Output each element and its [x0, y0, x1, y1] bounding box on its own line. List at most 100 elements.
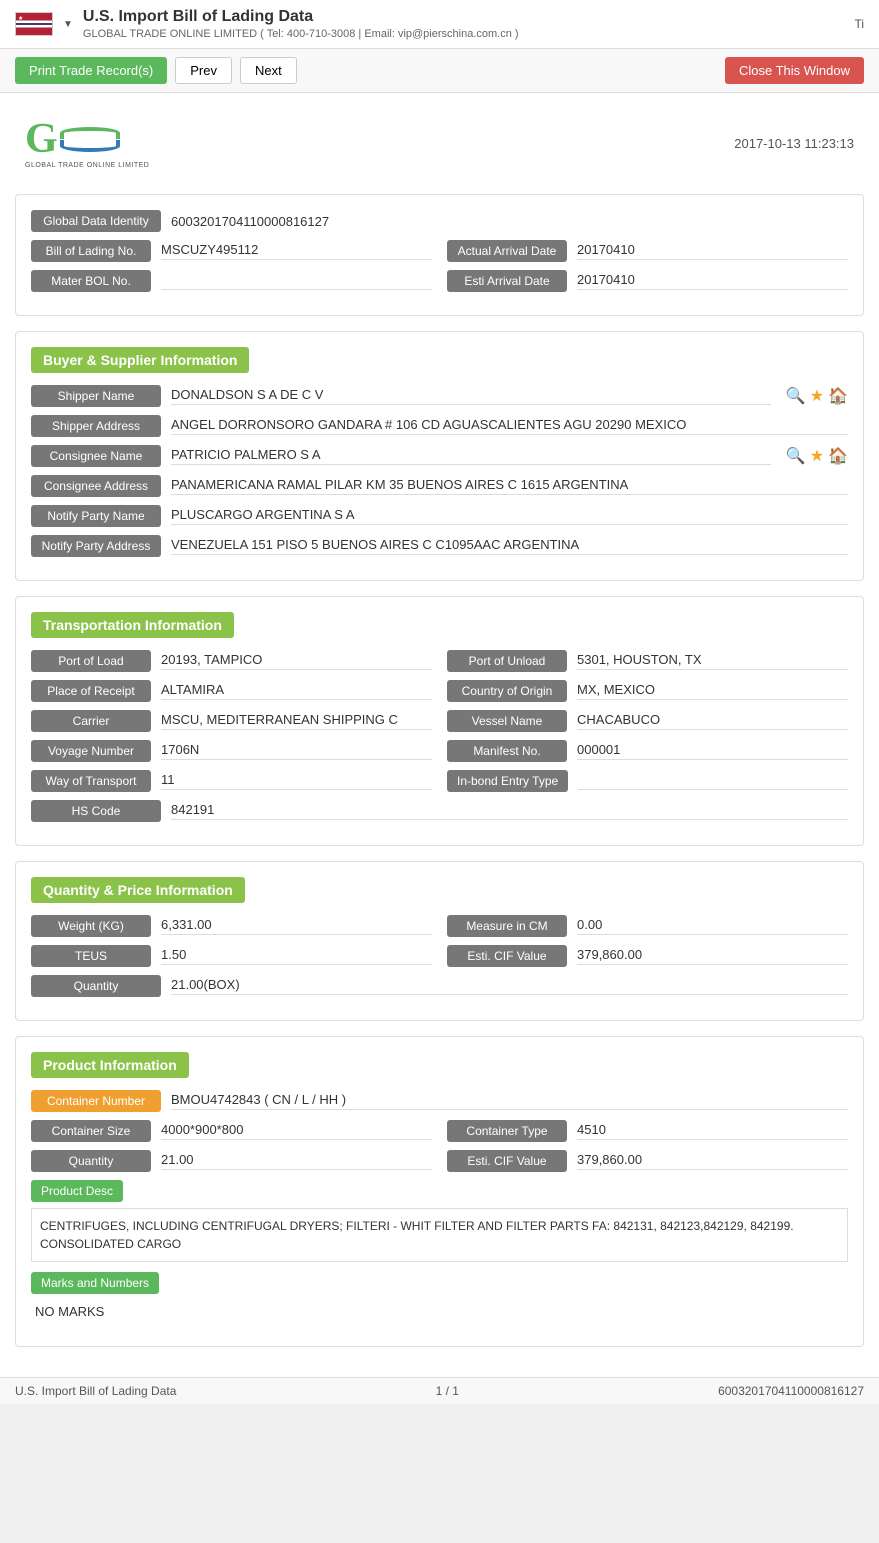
vessel-name-value: CHACABUCO: [577, 712, 848, 730]
country-of-origin-group: Country of Origin MX, MEXICO: [447, 680, 848, 702]
notify-party-name-value: PLUSCARGO ARGENTINA S A: [171, 507, 848, 525]
bol-row: Bill of Lading No. MSCUZY495112 Actual A…: [31, 240, 848, 270]
carrier-label: Carrier: [31, 710, 151, 732]
star-icon[interactable]: ★: [810, 386, 824, 406]
buyer-supplier-section: Buyer & Supplier Information Shipper Nam…: [15, 331, 864, 581]
consignee-icons: 🔍 ★ 🏠: [786, 446, 848, 466]
receipt-origin-row: Place of Receipt ALTAMIRA Country of Ori…: [31, 680, 848, 710]
close-button[interactable]: Close This Window: [725, 57, 864, 84]
quantity-price-title: Quantity & Price Information: [31, 877, 245, 903]
logo-curve-bottom: [60, 140, 120, 152]
port-of-load-label: Port of Load: [31, 650, 151, 672]
teus-label: TEUS: [31, 945, 151, 967]
star-icon-2[interactable]: ★: [810, 446, 824, 466]
voyage-manifest-row: Voyage Number 1706N Manifest No. 000001: [31, 740, 848, 770]
carrier-vessel-row: Carrier MSCU, MEDITERRANEAN SHIPPING C V…: [31, 710, 848, 740]
global-data-identity-row: Global Data Identity 6003201704110000816…: [31, 210, 848, 232]
prev-button[interactable]: Prev: [175, 57, 232, 84]
container-size-type-row: Container Size 4000*900*800 Container Ty…: [31, 1120, 848, 1150]
identity-section: Global Data Identity 6003201704110000816…: [15, 194, 864, 316]
country-of-origin-label: Country of Origin: [447, 680, 567, 702]
inbond-entry-group: In-bond Entry Type: [447, 770, 848, 792]
global-data-identity-label: Global Data Identity: [31, 210, 161, 232]
container-number-row: Container Number BMOU4742843 ( CN / L / …: [31, 1090, 848, 1112]
mater-bol-row: Mater BOL No. Esti Arrival Date 20170410: [31, 270, 848, 300]
print-button[interactable]: Print Trade Record(s): [15, 57, 167, 84]
mater-bol-value: [161, 272, 432, 290]
shipper-name-row: Shipper Name DONALDSON S A DE C V 🔍 ★ 🏠: [31, 385, 848, 407]
consignee-address-row: Consignee Address PANAMERICANA RAMAL PIL…: [31, 475, 848, 497]
main-content: G GLOBAL TRADE ONLINE LIMITED 2017-10-13…: [0, 93, 879, 1377]
hs-code-row: HS Code 842191: [31, 800, 848, 822]
weight-group: Weight (KG) 6,331.00: [31, 915, 432, 937]
quantity-label: Quantity: [31, 975, 161, 997]
product-esti-cif-group: Esti. CIF Value 379,860.00: [447, 1150, 848, 1172]
next-button[interactable]: Next: [240, 57, 297, 84]
quantity-row: Quantity 21.00(BOX): [31, 975, 848, 997]
shipper-name-label: Shipper Name: [31, 385, 161, 407]
port-of-unload-label: Port of Unload: [447, 650, 567, 672]
weight-value: 6,331.00: [161, 917, 432, 935]
company-subtitle: GLOBAL TRADE ONLINE LIMITED ( Tel: 400-7…: [83, 28, 519, 40]
dropdown-arrow-icon[interactable]: ▼: [63, 19, 73, 30]
quantity-value: 21.00(BOX): [171, 977, 848, 995]
inbond-entry-value: [578, 772, 848, 790]
place-of-receipt-label: Place of Receipt: [31, 680, 151, 702]
search-icon-2[interactable]: 🔍: [786, 446, 806, 466]
consignee-name-value: PATRICIO PALMERO S A: [171, 447, 771, 465]
container-number-value: BMOU4742843 ( CN / L / HH ): [171, 1092, 848, 1110]
country-of-origin-value: MX, MEXICO: [577, 682, 848, 700]
home-icon-2[interactable]: 🏠: [828, 446, 848, 466]
container-size-value: 4000*900*800: [161, 1122, 432, 1140]
notify-party-name-label: Notify Party Name: [31, 505, 161, 527]
logo-g: G: [25, 118, 58, 160]
esti-arrival-value: 20170410: [577, 272, 848, 290]
header-right-text: Ti: [854, 17, 864, 31]
product-desc-button[interactable]: Product Desc: [31, 1180, 123, 1202]
port-load-row: Port of Load 20193, TAMPICO Port of Unlo…: [31, 650, 848, 680]
esti-arrival-label: Esti Arrival Date: [447, 270, 567, 292]
way-of-transport-value: 11: [161, 772, 432, 790]
esti-arrival-group: Esti Arrival Date 20170410: [447, 270, 848, 292]
vessel-name-group: Vessel Name CHACABUCO: [447, 710, 848, 732]
weight-label: Weight (KG): [31, 915, 151, 937]
product-info-title: Product Information: [31, 1052, 189, 1078]
container-size-group: Container Size 4000*900*800: [31, 1120, 432, 1142]
teus-group: TEUS 1.50: [31, 945, 432, 967]
consignee-name-label: Consignee Name: [31, 445, 161, 467]
esti-cif-group: Esti. CIF Value 379,860.00: [447, 945, 848, 967]
mater-bol-group: Mater BOL No.: [31, 270, 432, 292]
vessel-name-label: Vessel Name: [447, 710, 567, 732]
marks-numbers-button[interactable]: Marks and Numbers: [31, 1272, 159, 1294]
search-icon[interactable]: 🔍: [786, 386, 806, 406]
product-quantity-label: Quantity: [31, 1150, 151, 1172]
bill-of-lading-group: Bill of Lading No. MSCUZY495112: [31, 240, 432, 262]
consignee-address-label: Consignee Address: [31, 475, 161, 497]
notify-party-address-value: VENEZUELA 151 PISO 5 BUENOS AIRES C C109…: [171, 537, 848, 555]
notify-party-address-label: Notify Party Address: [31, 535, 161, 557]
measure-value: 0.00: [577, 917, 848, 935]
product-desc-value: CENTRIFUGES, INCLUDING CENTRIFUGAL DRYER…: [31, 1208, 848, 1262]
shipper-address-row: Shipper Address ANGEL DORRONSORO GANDARA…: [31, 415, 848, 437]
home-icon[interactable]: 🏠: [828, 386, 848, 406]
container-type-group: Container Type 4510: [447, 1120, 848, 1142]
actual-arrival-group: Actual Arrival Date 20170410: [447, 240, 848, 262]
company-logo: G GLOBAL TRADE ONLINE LIMITED: [25, 118, 149, 169]
product-info-section: Product Information Container Number BMO…: [15, 1036, 864, 1347]
container-size-label: Container Size: [31, 1120, 151, 1142]
quantity-price-section: Quantity & Price Information Weight (KG)…: [15, 861, 864, 1021]
port-of-unload-value: 5301, HOUSTON, TX: [577, 652, 848, 670]
container-number-label: Container Number: [31, 1090, 161, 1112]
product-esti-cif-label: Esti. CIF Value: [447, 1150, 567, 1172]
esti-cif-value: 379,860.00: [577, 947, 848, 965]
transport-inbond-row: Way of Transport 11 In-bond Entry Type: [31, 770, 848, 800]
notify-party-name-row: Notify Party Name PLUSCARGO ARGENTINA S …: [31, 505, 848, 527]
logo-curve-top: [60, 127, 120, 139]
footer-left: U.S. Import Bill of Lading Data: [15, 1384, 176, 1398]
product-desc-text: CENTRIFUGES, INCLUDING CENTRIFUGAL DRYER…: [40, 1219, 794, 1251]
manifest-no-label: Manifest No.: [447, 740, 567, 762]
teus-value: 1.50: [161, 947, 432, 965]
toolbar: Print Trade Record(s) Prev Next Close Th…: [0, 49, 879, 93]
carrier-value: MSCU, MEDITERRANEAN SHIPPING C: [161, 712, 432, 730]
manifest-no-value: 000001: [577, 742, 848, 760]
